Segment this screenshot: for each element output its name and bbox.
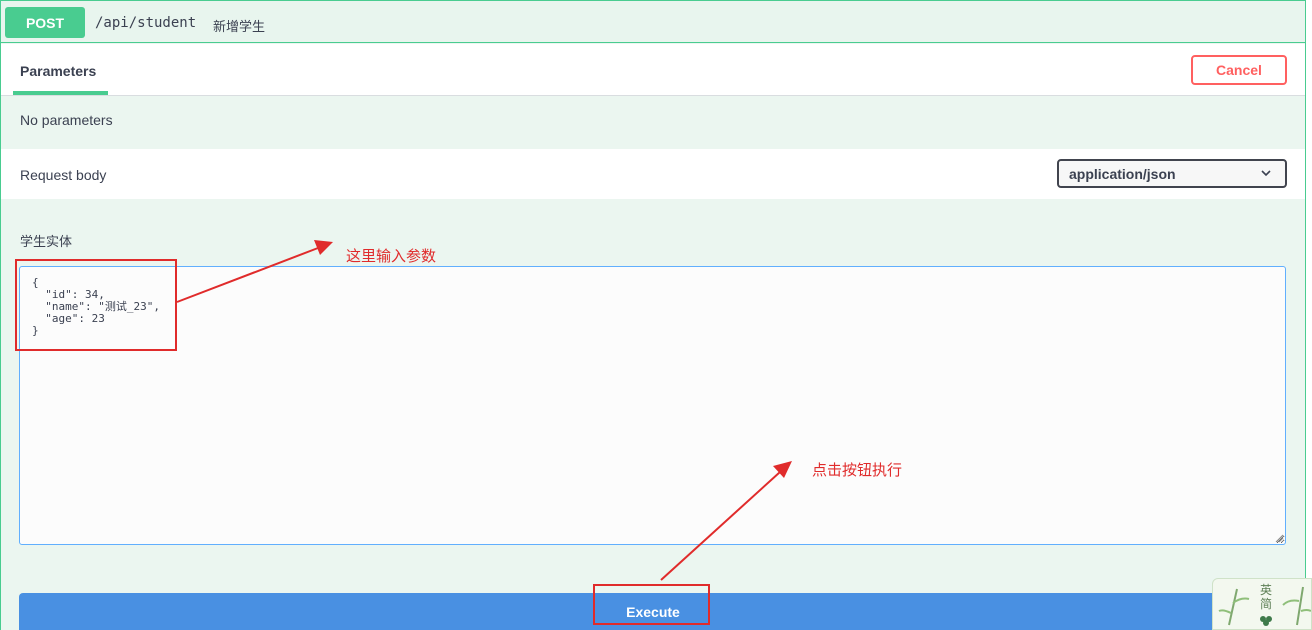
- textarea-resize-grip-icon[interactable]: [1274, 533, 1284, 543]
- bamboo-decoration-icon: [1218, 588, 1250, 626]
- annotation-box-body: [15, 259, 177, 351]
- parameters-header: Parameters Cancel: [1, 44, 1305, 96]
- annotation-box-execute: [593, 584, 710, 625]
- no-parameters-text: No parameters: [20, 112, 113, 128]
- annotation-input-hint: 这里输入参数: [346, 248, 437, 265]
- annotation-click-hint: 点击按钮执行: [812, 462, 903, 479]
- widget-mode-english: 英: [1259, 583, 1272, 597]
- body-schema-description: 学生实体: [20, 234, 73, 249]
- request-body-editor[interactable]: [19, 266, 1286, 545]
- tab-parameters[interactable]: Parameters: [13, 44, 108, 95]
- input-method-widget[interactable]: 英 简: [1212, 578, 1312, 630]
- tab-parameters-label: Parameters: [20, 63, 97, 79]
- widget-mode-simplified: 简: [1259, 597, 1272, 611]
- bamboo-leaf-icon: [1282, 586, 1311, 626]
- chevron-down-icon: [1261, 170, 1271, 177]
- content-type-value: application/json: [1069, 165, 1176, 182]
- content-type-select[interactable]: application/json: [1057, 159, 1287, 188]
- method-badge: POST: [5, 7, 85, 38]
- endpoint-summary: 新增学生: [213, 19, 266, 34]
- request-body-header: Request body application/json: [1, 149, 1305, 199]
- endpoint-path: /api/student: [95, 15, 197, 31]
- operation-summary[interactable]: POST /api/student 新增学生: [1, 1, 1305, 43]
- request-body-label: Request body: [20, 167, 107, 183]
- clover-icon: [1260, 616, 1272, 626]
- cancel-button[interactable]: Cancel: [1191, 55, 1287, 85]
